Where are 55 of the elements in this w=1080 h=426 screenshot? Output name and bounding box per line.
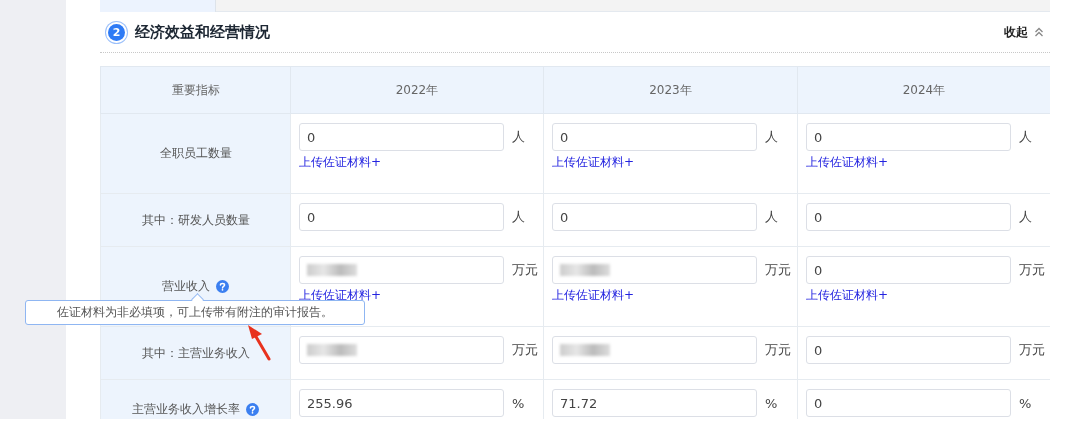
column-header: 2024年 (797, 66, 1050, 114)
column-header: 2023年 (543, 66, 798, 114)
row-label: 其中：研发人员数量 (141, 211, 250, 229)
blurred-value (307, 264, 357, 276)
blurred-value (307, 344, 357, 356)
number-field[interactable]: 0 (299, 203, 504, 231)
number-field[interactable] (552, 336, 757, 364)
column-header: 重要指标 (100, 66, 291, 114)
number-field[interactable] (299, 336, 504, 364)
row-label: 主营业务收入增长率 (132, 401, 240, 418)
unit-label: 万元 (765, 261, 791, 279)
unit-label: 万元 (1019, 261, 1045, 279)
unit-label: 人 (512, 128, 525, 146)
unit-label: % (765, 395, 778, 411)
unit-label: 万元 (512, 341, 538, 359)
help-icon[interactable] (216, 280, 229, 293)
column-header: 2022年 (290, 66, 544, 114)
help-icon[interactable] (246, 403, 259, 416)
upload-link[interactable]: 上传佐证材料+ (552, 154, 635, 171)
tooltip: 佐证材料为非必填项，可上传带有附注的审计报告。 (25, 300, 365, 325)
number-field[interactable] (299, 256, 504, 284)
number-field[interactable]: 0 (552, 203, 757, 231)
unit-label: 人 (512, 208, 525, 226)
number-field[interactable]: 0 (806, 203, 1011, 231)
unit-label: 万元 (765, 341, 791, 359)
blurred-value (560, 264, 610, 276)
unit-label: % (512, 395, 525, 411)
row-label: 其中：主营业务收入 (141, 344, 250, 362)
section-title: 经济效益和经营情况 (135, 22, 270, 42)
number-field[interactable]: 0 (806, 336, 1011, 364)
number-field[interactable]: 0 (806, 123, 1011, 151)
unit-label: 人 (765, 128, 778, 146)
unit-label: 人 (765, 208, 778, 226)
number-field[interactable]: 255.96 (299, 389, 504, 417)
number-field[interactable]: 0 (806, 256, 1011, 284)
upload-link[interactable]: 上传佐证材料+ (299, 154, 382, 171)
blurred-value (560, 344, 610, 356)
number-field[interactable] (552, 256, 757, 284)
number-field[interactable]: 0 (552, 123, 757, 151)
number-field[interactable]: 0 (299, 123, 504, 151)
unit-label: 人 (1019, 128, 1032, 146)
upload-link[interactable]: 上传佐证材料+ (552, 287, 635, 304)
unit-label: % (1019, 395, 1032, 411)
collapse-button[interactable]: 收起 (1004, 23, 1044, 41)
upload-link[interactable]: 上传佐证材料+ (806, 287, 889, 304)
double-chevron-up-icon (1034, 27, 1044, 37)
unit-label: 人 (1019, 208, 1032, 226)
number-field[interactable]: 0 (806, 389, 1011, 417)
unit-label: 万元 (1019, 341, 1045, 359)
unit-label: 万元 (512, 261, 538, 279)
number-field[interactable]: 71.72 (552, 389, 757, 417)
row-label: 营业收入 (162, 278, 210, 295)
step-badge: 2 (108, 23, 125, 41)
upload-link[interactable]: 上传佐证材料+ (806, 154, 889, 171)
row-label: 全职员工数量 (159, 145, 232, 162)
